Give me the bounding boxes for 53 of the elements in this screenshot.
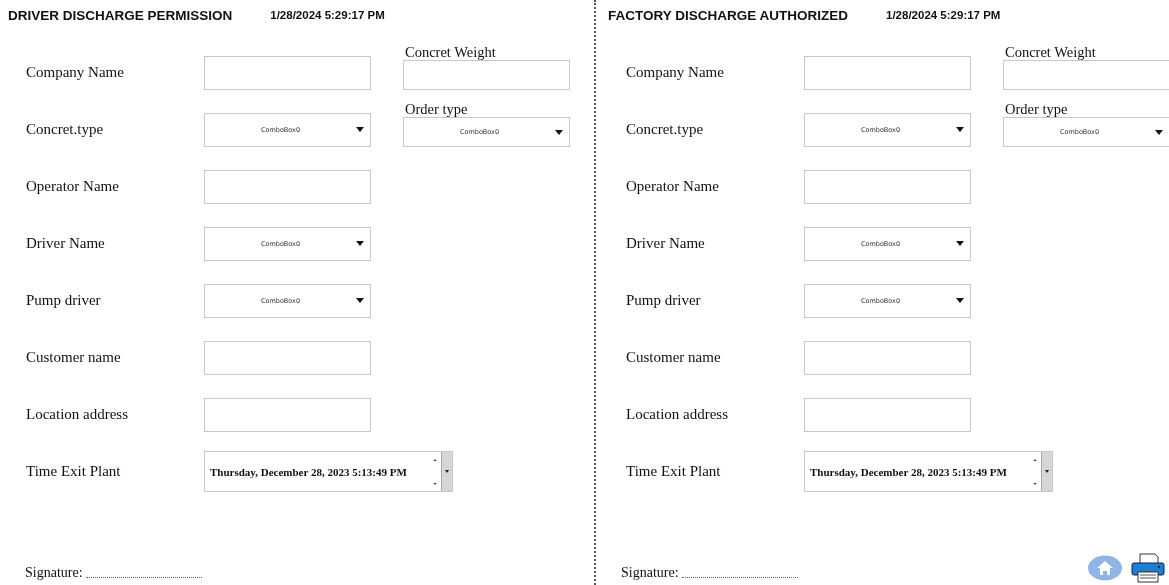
text-field[interactable] — [804, 169, 971, 204]
field-label: Company Name — [25, 64, 125, 81]
field-label: Operator Name — [625, 178, 720, 195]
caret-icon — [356, 241, 364, 246]
field-label: Location address — [25, 406, 130, 423]
text-field[interactable] — [204, 169, 371, 204]
caret-icon — [445, 470, 449, 473]
field-label: Concret Weight — [1004, 44, 1097, 60]
home-icon — [1087, 555, 1123, 581]
text-field[interactable] — [804, 397, 971, 432]
form-title: DRIVER DISCHARGE PERMISSION — [8, 7, 233, 23]
timestamp: 1/28/2024 5:29:17 PM — [886, 9, 1001, 21]
field-label: Order type — [1004, 101, 1069, 117]
dropdown-button[interactable] — [441, 452, 452, 491]
field-label: Pump driver — [625, 292, 702, 309]
date-time-picker[interactable]: Thursday, December 28, 2023 5:13:49 PM — [804, 451, 1053, 492]
caret-icon — [956, 127, 964, 132]
field-label: Time Exit Plant — [625, 463, 722, 480]
text-field[interactable] — [1003, 60, 1169, 90]
print-button[interactable] — [1131, 553, 1165, 583]
field-label: Concret.type — [625, 121, 705, 138]
field-label: Customer name — [25, 349, 122, 366]
field-label: Operator Name — [25, 178, 120, 195]
field-label: Driver Name — [625, 235, 706, 252]
field-label: Location address — [625, 406, 730, 423]
signature-label: Signature: — [25, 565, 83, 581]
caret-icon — [1155, 129, 1163, 135]
field-label: Concret Weight — [404, 44, 497, 60]
caret-icon — [956, 298, 964, 303]
caret-icon — [555, 129, 563, 135]
text-field[interactable] — [403, 60, 570, 90]
timestamp: 1/28/2024 5:29:17 PM — [270, 9, 385, 21]
caret-icon — [1045, 470, 1049, 473]
home-button[interactable] — [1087, 555, 1123, 581]
field-label: Order type — [404, 101, 469, 117]
text-field[interactable] — [204, 397, 371, 432]
text-field[interactable] — [204, 340, 371, 375]
field-label: Concret.type — [25, 121, 105, 138]
field-label: Driver Name — [25, 235, 106, 252]
text-field[interactable] — [804, 340, 971, 375]
date-time-picker[interactable]: Thursday, December 28, 2023 5:13:49 PM — [204, 451, 453, 492]
text-field[interactable] — [204, 55, 371, 90]
field-label: Pump driver — [25, 292, 102, 309]
signature-label: Signature: — [621, 565, 679, 581]
field-label: Company Name — [625, 64, 725, 81]
caret-icon — [956, 241, 964, 246]
caret-icon — [356, 127, 364, 132]
field-label: Time Exit Plant — [25, 463, 122, 480]
form-title: FACTORY DISCHARGE AUTHORIZED — [608, 7, 848, 23]
dropdown-button[interactable] — [1041, 452, 1052, 491]
caret-icon — [356, 298, 364, 303]
field-label: Customer name — [625, 349, 722, 366]
text-field[interactable] — [804, 55, 971, 90]
